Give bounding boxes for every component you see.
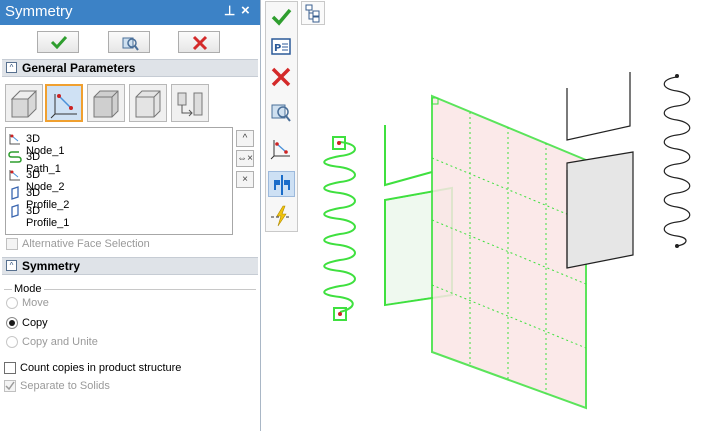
element-list[interactable]: 3D Node_1 3D Path_1 3D Node_2 3D Profile…	[5, 127, 233, 235]
move-up-button[interactable]: ^	[236, 130, 254, 147]
symmetry-panel: Symmetry ⊥ × ^ General Parameters 3D Nod…	[0, 0, 261, 431]
node-point	[338, 312, 342, 316]
separate-to-solids-checkbox[interactable]	[4, 380, 16, 392]
ok-check-icon	[271, 8, 292, 26]
ok-button[interactable]	[37, 31, 79, 53]
remove-pair-button[interactable]: ⇔×	[236, 150, 254, 167]
mode-node-button[interactable]	[45, 84, 83, 122]
node-axis-icon	[270, 140, 290, 160]
symmetry-face-icon	[10, 90, 38, 118]
count-copies-label: Count copies in product structure	[20, 362, 182, 374]
symmetry-assembly-icon	[177, 92, 203, 117]
mode-plane-button[interactable]	[129, 84, 167, 122]
symmetry-plane-icon	[135, 90, 161, 118]
preview-icon	[271, 104, 291, 122]
copy-and-unite-radio[interactable]	[6, 336, 18, 348]
node-point	[675, 244, 679, 248]
parameters-icon: P	[271, 38, 291, 55]
profile-icon	[11, 204, 19, 218]
copy-and-unite-label: Copy and Unite	[22, 336, 98, 348]
vertical-node-button[interactable]	[268, 136, 295, 162]
vertical-parameters-button[interactable]: P	[268, 34, 295, 60]
remove-button[interactable]: ×	[236, 171, 254, 188]
general-parameters-title: General Parameters	[22, 61, 136, 75]
vertical-ok-button[interactable]	[268, 4, 295, 30]
path-icon	[8, 151, 22, 163]
mode-face-button[interactable]	[5, 84, 43, 122]
symmetry-icon	[274, 175, 290, 195]
symmetry-plane[interactable]	[431, 94, 587, 410]
structure-tree-icon	[305, 4, 320, 23]
preview-icon	[122, 37, 139, 51]
copy-label: Copy	[22, 317, 48, 329]
helix-left[interactable]	[323, 141, 356, 313]
vertical-toolbar: P	[265, 1, 298, 232]
symmetry-section-header[interactable]: ^ Symmetry	[2, 257, 258, 275]
solid-left[interactable]	[384, 125, 453, 307]
node-icon	[9, 170, 20, 181]
pin-icon[interactable]: ⊥	[224, 3, 235, 19]
separate-to-solids-label: Separate to Solids	[20, 380, 110, 392]
mode-assembly-button[interactable]	[171, 84, 209, 122]
symmetry-section-title: Symmetry	[22, 259, 81, 273]
solid-right[interactable]	[566, 72, 634, 269]
vertical-preview-button[interactable]	[268, 99, 295, 125]
move-label: Move	[22, 297, 49, 309]
vertical-symmetry-button[interactable]	[268, 171, 295, 197]
svg-text:P: P	[274, 43, 281, 54]
copy-radio[interactable]	[6, 317, 18, 329]
lightning-icon	[271, 205, 291, 227]
node-point	[337, 141, 341, 145]
cancel-x-icon	[271, 67, 291, 87]
ok-check-icon	[50, 35, 68, 49]
cancel-x-icon	[192, 35, 208, 51]
preview-button[interactable]	[108, 31, 150, 53]
close-icon[interactable]: ×	[241, 2, 250, 19]
alternative-face-selection-checkbox[interactable]	[6, 238, 18, 250]
node-icon	[9, 134, 20, 145]
symmetry-node-icon	[50, 94, 77, 119]
panel-titlebar: Symmetry ⊥ ×	[0, 0, 260, 25]
general-parameters-header[interactable]: ^ General Parameters	[2, 59, 258, 77]
mode-label: Mode	[12, 283, 44, 295]
panel-title: Symmetry	[5, 3, 73, 20]
mode-solid-button[interactable]	[87, 84, 125, 122]
checkmark-icon	[5, 381, 15, 391]
solid-left-face	[386, 189, 451, 304]
count-copies-checkbox[interactable]	[4, 362, 16, 374]
helix-right[interactable]	[663, 76, 691, 247]
node-marker[interactable]	[333, 307, 347, 321]
collapse-icon[interactable]: ^	[6, 260, 17, 271]
profile-icon	[11, 186, 19, 200]
vertical-lightning-button[interactable]	[268, 203, 295, 229]
vertical-cancel-button[interactable]	[268, 64, 295, 90]
cancel-button[interactable]	[178, 31, 220, 53]
alternative-face-selection-label: Alternative Face Selection	[22, 238, 150, 250]
symmetry-solid-icon	[93, 90, 119, 118]
move-radio[interactable]	[6, 297, 18, 309]
node-point	[675, 74, 679, 78]
node-marker[interactable]	[332, 136, 346, 150]
list-item-label: 3D Profile_1	[26, 205, 70, 229]
structure-button[interactable]	[301, 1, 325, 25]
collapse-icon[interactable]: ^	[6, 62, 17, 73]
